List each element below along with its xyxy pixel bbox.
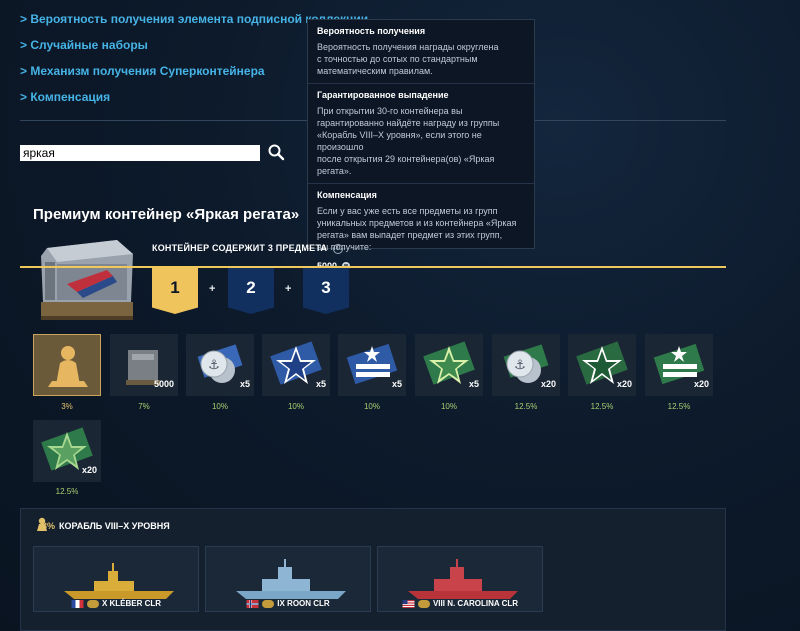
reward-qty: x5 bbox=[391, 379, 402, 389]
ship-name: VIII N. CAROLINA CLR bbox=[432, 599, 519, 608]
tooltip-line: математическим правилам. bbox=[317, 66, 433, 76]
reward-percent: 10% bbox=[440, 402, 457, 411]
reward-qty: x5 bbox=[239, 379, 250, 389]
reward-percent: 3% bbox=[61, 402, 73, 411]
tooltip-line: с точностью до сотых по стандартным bbox=[317, 54, 478, 64]
container-image bbox=[41, 240, 133, 320]
search-input[interactable] bbox=[20, 145, 260, 161]
tooltip-line: после открытия 29 контейнера(ов) «Яркая … bbox=[317, 154, 495, 176]
reward-qty: x20 bbox=[616, 379, 632, 389]
reward-percent: 12.5% bbox=[514, 402, 538, 411]
reward-card-green-coins[interactable]: ⚓ x20 bbox=[492, 334, 560, 396]
ship-card-n-carolina[interactable]: VIII N. CAROLINA CLR bbox=[377, 546, 543, 612]
plus-sign: + bbox=[285, 283, 292, 295]
tooltip-section-guaranteed: Гарантированное выпадение При открытии 3… bbox=[308, 84, 534, 184]
group-tab-3[interactable]: 3 bbox=[303, 268, 349, 314]
reward-percent: 7% bbox=[138, 402, 150, 411]
reward-qty: x5 bbox=[315, 379, 326, 389]
container-title: Премиум контейнер «Яркая регата» bbox=[33, 206, 300, 223]
reward-qty: x20 bbox=[693, 379, 709, 389]
reward-card-light-green-star[interactable]: x20 bbox=[33, 420, 101, 482]
reward-card-green-star[interactable]: x5 bbox=[415, 334, 483, 396]
contains-text: КОНТЕЙНЕР СОДЕРЖИТ 3 ПРЕДМЕТА bbox=[152, 243, 328, 253]
tooltip-line: вы получите: bbox=[317, 242, 372, 252]
tooltip-line: «Корабль VIII–X уровня», если этого не п… bbox=[317, 130, 482, 152]
tooltip-section-probability: Вероятность получения Вероятность получе… bbox=[308, 20, 534, 84]
ship-name-row: X KLÉBER CLR bbox=[34, 599, 198, 608]
tooltip-heading: Вероятность получения bbox=[317, 26, 426, 36]
ship-name: X KLÉBER CLR bbox=[101, 599, 162, 608]
reward-card-dark-green-star[interactable]: x20 bbox=[568, 334, 636, 396]
norway-flag-icon bbox=[246, 599, 259, 608]
group-number: 1 bbox=[170, 278, 180, 297]
svg-text:⚓: ⚓ bbox=[208, 358, 220, 373]
tooltip-section-compensation: Компенсация Если у вас уже есть все пред… bbox=[308, 184, 534, 277]
tier-badge-icon bbox=[86, 599, 99, 608]
svg-text:⚓: ⚓ bbox=[514, 358, 526, 373]
reward-card-blue-star[interactable]: x5 bbox=[262, 334, 330, 396]
tier-badge-icon bbox=[262, 599, 275, 608]
tooltip-line: регата» вам выпадет предмет из этих груп… bbox=[317, 230, 503, 240]
group-number: 2 bbox=[246, 278, 256, 297]
plus-sign: + bbox=[209, 283, 216, 295]
ship-card-roon[interactable]: IX ROON CLR bbox=[205, 546, 371, 612]
ship-group-heading: 3% КОРАБЛЬ VIII–X УРОВНЯ bbox=[42, 521, 170, 531]
ship-name-row: VIII N. CAROLINA CLR bbox=[378, 599, 542, 608]
reward-percent: 10% bbox=[211, 402, 228, 411]
tooltip-line: Если у вас уже есть все предметы из груп… bbox=[317, 206, 498, 216]
reward-card-container[interactable]: 5000 bbox=[110, 334, 178, 396]
group-tab-2[interactable]: 2 bbox=[228, 268, 274, 314]
search-icon[interactable] bbox=[267, 143, 285, 161]
ship-name: IX ROON CLR bbox=[277, 599, 330, 608]
reward-percent: 10% bbox=[363, 402, 380, 411]
reward-card-ship[interactable] bbox=[33, 334, 101, 396]
usa-flag-icon bbox=[402, 599, 415, 608]
probability-tooltip: Вероятность получения Вероятность получе… bbox=[307, 19, 535, 271]
reward-qty: 5000 bbox=[153, 379, 174, 389]
ship-silhouette-icon bbox=[48, 346, 88, 387]
reward-qty: x20 bbox=[81, 465, 97, 475]
reward-qty: x5 bbox=[468, 379, 479, 389]
accent-line bbox=[20, 266, 726, 268]
france-flag-icon bbox=[71, 599, 84, 608]
ship-card-kleber[interactable]: X KLÉBER CLR bbox=[33, 546, 199, 612]
tier-badge-icon bbox=[417, 599, 430, 608]
contains-label: КОНТЕЙНЕР СОДЕРЖИТ 3 ПРЕДМЕТА i bbox=[152, 243, 343, 254]
tooltip-line: гарантированно найдёте награду из группы bbox=[317, 118, 500, 128]
ship-group-percent: 3% bbox=[42, 521, 56, 531]
reward-percent: 10% bbox=[287, 402, 304, 411]
group-tab-1[interactable]: 1 bbox=[152, 268, 198, 314]
reward-card-blue-flag[interactable]: x5 bbox=[338, 334, 406, 396]
group-number: 3 bbox=[321, 278, 331, 297]
reward-percent: 12.5% bbox=[590, 402, 614, 411]
reward-card-coins[interactable]: ⚓ x5 bbox=[186, 334, 254, 396]
tooltip-line: При открытии 30-го контейнера вы bbox=[317, 106, 463, 116]
reward-percent: 12.5% bbox=[55, 487, 79, 496]
reward-percent: 12.5% bbox=[667, 402, 691, 411]
tooltip-line: уникальных предметов и из контейнера «Яр… bbox=[317, 218, 517, 228]
reward-card-green-flag[interactable]: x20 bbox=[645, 334, 713, 396]
ship-group-label: КОРАБЛЬ VIII–X УРОВНЯ bbox=[59, 521, 170, 531]
info-icon[interactable]: i bbox=[332, 243, 343, 254]
reward-qty: x20 bbox=[540, 379, 556, 389]
tooltip-heading: Компенсация bbox=[317, 190, 377, 200]
tooltip-heading: Гарантированное выпадение bbox=[317, 90, 449, 100]
ship-name-row: IX ROON CLR bbox=[206, 599, 370, 608]
tooltip-line: Вероятность получения награды округлена bbox=[317, 42, 499, 52]
